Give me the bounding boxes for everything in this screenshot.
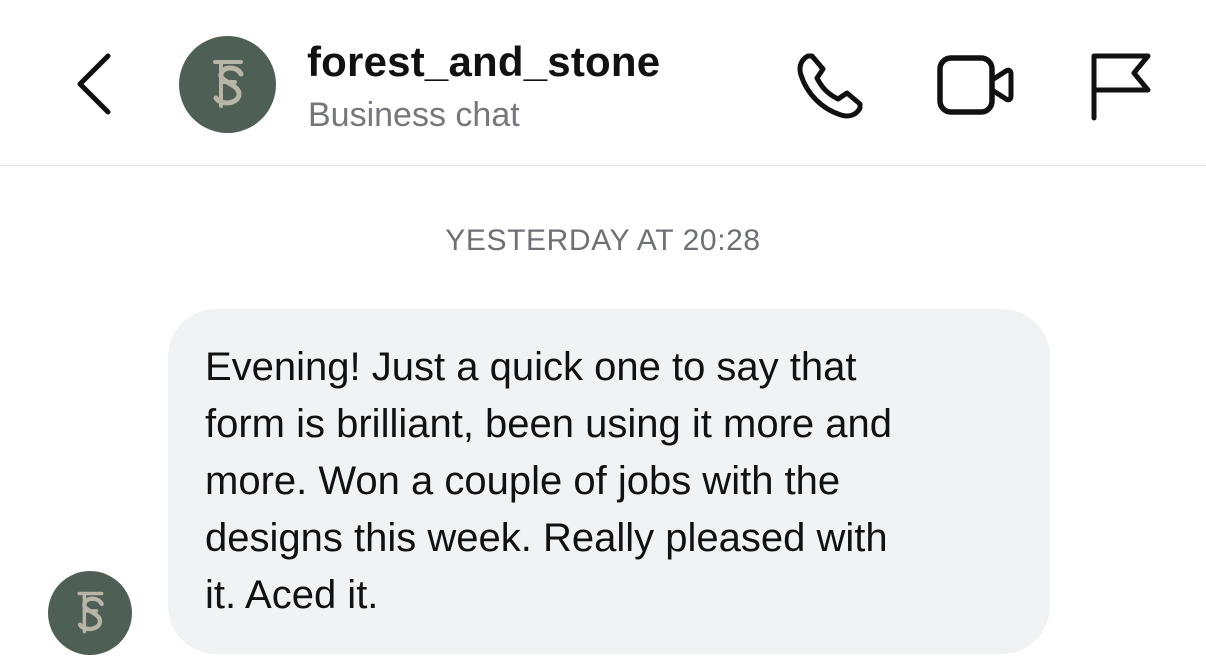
flag-icon (1091, 53, 1151, 121)
back-button[interactable] (66, 50, 122, 118)
phone-icon (797, 53, 863, 119)
chevron-left-icon (77, 53, 111, 115)
video-call-button[interactable] (936, 50, 1016, 120)
monogram-logo (77, 591, 104, 634)
message-bubble[interactable]: Evening! Just a quick one to say that fo… (168, 309, 1050, 654)
message-text: Evening! Just a quick one to say that fo… (205, 345, 892, 617)
chat-title[interactable]: forest_and_stone (307, 38, 660, 86)
monogram-logo (213, 60, 244, 108)
sender-avatar[interactable] (48, 571, 132, 655)
call-button[interactable] (794, 50, 866, 122)
video-camera-icon (937, 55, 1014, 115)
chat-subtitle: Business chat (308, 96, 520, 134)
report-button[interactable] (1084, 48, 1156, 122)
avatar[interactable] (179, 36, 276, 133)
message-timestamp: YESTERDAY AT 20:28 (445, 224, 761, 257)
chat-header: forest_and_stone Business chat (0, 0, 1206, 166)
